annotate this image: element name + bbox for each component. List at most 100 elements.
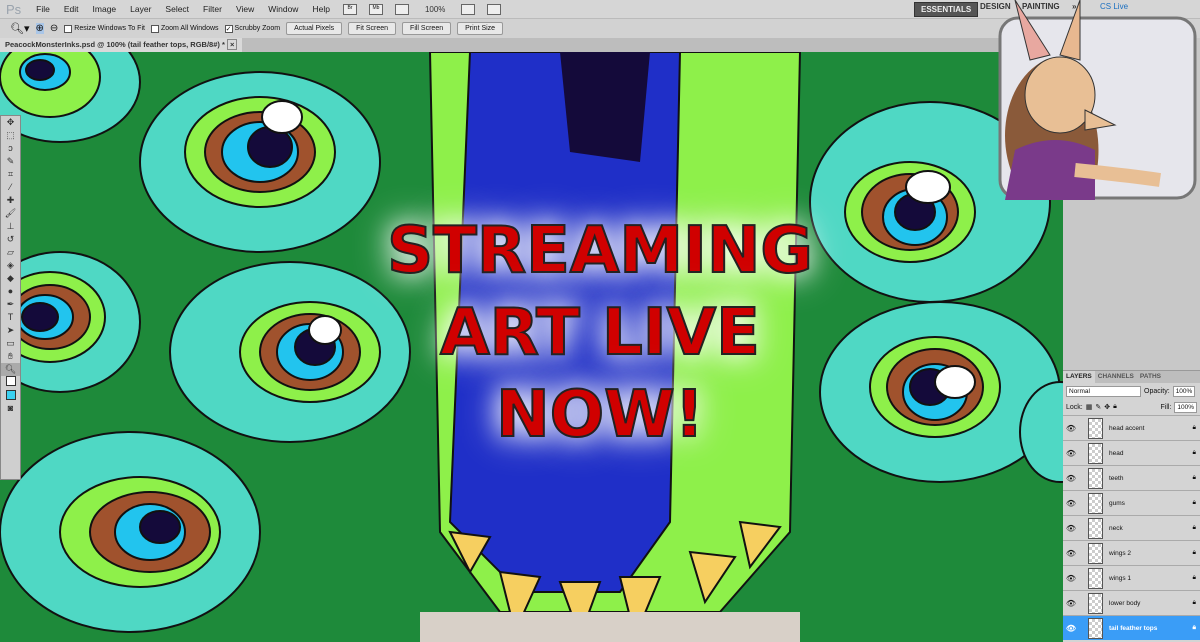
layer-name: head <box>1109 449 1124 457</box>
layer-name: tail feather tops <box>1109 624 1158 632</box>
menu-view[interactable]: View <box>229 4 261 14</box>
layer-thumbnail <box>1088 417 1103 439</box>
zoom-tool-icon[interactable]: 🔍︎ <box>1 363 20 376</box>
fill-screen-button[interactable]: Fill Screen <box>402 22 452 35</box>
menu-layer[interactable]: Layer <box>123 4 158 14</box>
menu-select[interactable]: Select <box>158 4 196 14</box>
layer-thumbnail <box>1088 442 1103 464</box>
layer-row[interactable]: 👁︎ tail feather tops 🔒︎ <box>1063 615 1200 640</box>
menu-file[interactable]: File <box>29 4 57 14</box>
workspace-essentials[interactable]: ESSENTIALS <box>914 2 979 17</box>
layer-row[interactable]: 👁︎ teeth 🔒︎ <box>1063 465 1200 490</box>
layer-row[interactable]: 👁︎ neck 🔒︎ <box>1063 515 1200 540</box>
print-size-button[interactable]: Print Size <box>457 22 504 35</box>
path-select-icon[interactable]: ➤ <box>1 324 20 337</box>
lock-position-icon[interactable]: ✥ <box>1104 403 1110 411</box>
visibility-eye-icon[interactable]: 👁︎ <box>1063 474 1079 483</box>
fit-screen-button[interactable]: Fit Screen <box>348 22 397 35</box>
actual-pixels-button[interactable]: Actual Pixels <box>286 22 343 35</box>
fill-input[interactable]: 100% <box>1174 401 1197 413</box>
marquee-tool-icon[interactable]: ⬚ <box>1 129 20 142</box>
zoom-level-select[interactable]: 100% <box>425 5 445 14</box>
paint-bucket-icon[interactable]: ◈ <box>1 259 20 272</box>
opacity-input[interactable]: 100% <box>1172 385 1196 397</box>
layer-thumbnail <box>1088 567 1103 589</box>
type-tool-icon[interactable]: T <box>1 311 20 324</box>
tab-paths[interactable]: PATHS <box>1137 371 1164 383</box>
eyedropper-tool-icon[interactable]: ⁄ <box>1 181 20 194</box>
arrange-documents-icon[interactable] <box>461 3 476 15</box>
eraser-tool-icon[interactable]: ▱ <box>1 246 20 259</box>
zoom-tool-icon[interactable]: 🔍︎▾ <box>10 22 30 35</box>
color-swatches[interactable] <box>1 376 20 402</box>
lock-all-icon[interactable]: 🔒︎ <box>1113 403 1117 411</box>
layer-thumbnail <box>1088 592 1103 614</box>
fill-label: Fill: <box>1160 403 1172 411</box>
document-tab[interactable]: PeacockMonsterInks.psd @ 100% (tail feat… <box>0 38 243 52</box>
layer-list: 👁︎ head accent 🔒︎ 👁︎ head 🔒︎ 👁︎ teeth 🔒︎ 👁︎ gums 🔒︎… <box>1063 415 1200 640</box>
visibility-eye-icon[interactable]: 👁︎ <box>1063 549 1079 558</box>
shape-tool-icon[interactable]: ▭ <box>1 337 20 350</box>
layer-row[interactable]: 👁︎ head accent 🔒︎ <box>1063 415 1200 440</box>
layer-name: wings 2 <box>1109 549 1132 557</box>
menu-help[interactable]: Help <box>305 4 336 14</box>
visibility-eye-icon[interactable]: 👁︎ <box>1063 624 1079 633</box>
blend-mode-select[interactable]: Normal <box>1066 385 1141 397</box>
resize-windows-checkbox[interactable]: Resize Windows To Fit <box>64 24 145 33</box>
visibility-eye-icon[interactable]: 👁︎ <box>1063 574 1079 583</box>
screen-mode-icon[interactable] <box>487 3 502 15</box>
history-brush-icon[interactable]: ↺ <box>1 233 20 246</box>
quick-select-tool-icon[interactable]: ✎ <box>1 155 20 168</box>
layer-thumbnail <box>1088 542 1103 564</box>
layer-row[interactable]: 👁︎ gums 🔒︎ <box>1063 490 1200 515</box>
layer-name: neck <box>1109 524 1123 532</box>
lock-transparency-icon[interactable]: ▦ <box>1086 403 1093 411</box>
layer-thumbnail <box>1088 467 1103 489</box>
layer-name: wings 1 <box>1109 574 1132 582</box>
menu-window[interactable]: Window <box>261 4 305 14</box>
zoom-out-icon[interactable]: ⊖ <box>50 23 58 34</box>
layer-name: lower body <box>1109 599 1141 607</box>
layers-panel: LAYERS CHANNELS PATHS Normal Opacity: 10… <box>1063 370 1200 642</box>
layer-row[interactable]: 👁︎ head 🔒︎ <box>1063 440 1200 465</box>
lasso-tool-icon[interactable]: ↄ <box>1 142 20 155</box>
menu-filter[interactable]: Filter <box>196 4 229 14</box>
zoom-in-icon[interactable]: ⊕ <box>35 23 44 34</box>
bridge-button[interactable]: Br <box>342 3 357 15</box>
visibility-eye-icon[interactable]: 👁︎ <box>1063 524 1079 533</box>
layer-row[interactable]: 👁︎ wings 1 🔒︎ <box>1063 565 1200 590</box>
quick-mask-icon[interactable]: ◙ <box>1 402 20 415</box>
visibility-eye-icon[interactable]: 👁︎ <box>1063 424 1079 433</box>
close-tab-icon[interactable]: × <box>226 39 238 50</box>
hand-tool-icon[interactable]: ✋︎ <box>1 350 20 363</box>
crop-tool-icon[interactable]: ⌗ <box>1 168 20 181</box>
minibridge-button[interactable]: Mb <box>368 3 383 15</box>
photoshop-logo: Ps <box>6 1 22 17</box>
stamp-tool-icon[interactable]: ⊥ <box>1 220 20 233</box>
scrubby-zoom-checkbox[interactable]: ✓ Scrubby Zoom <box>224 24 280 33</box>
layer-thumbnail <box>1088 517 1103 539</box>
layer-row[interactable]: 👁︎ wings 2 🔒︎ <box>1063 540 1200 565</box>
view-extras-icon[interactable] <box>394 3 409 15</box>
pen-tool-icon[interactable]: ✒ <box>1 298 20 311</box>
move-tool-icon[interactable]: ✥ <box>1 116 20 129</box>
lock-pixels-icon[interactable]: ✎ <box>1095 403 1101 411</box>
visibility-eye-icon[interactable]: 👁︎ <box>1063 599 1079 608</box>
visibility-eye-icon[interactable]: 👁︎ <box>1063 499 1079 508</box>
layer-row[interactable]: 👁︎ lower body 🔒︎ <box>1063 590 1200 615</box>
blur-tool-icon[interactable]: ◆ <box>1 272 20 285</box>
layer-lock-icon: 🔒︎ <box>1192 499 1196 506</box>
tab-layers[interactable]: LAYERS <box>1063 371 1095 383</box>
banner-line-1: STREAMING <box>386 213 814 289</box>
menu-image[interactable]: Image <box>86 4 124 14</box>
brush-tool-icon[interactable]: 🖌︎ <box>1 207 20 220</box>
dodge-tool-icon[interactable]: ● <box>1 285 20 298</box>
streaming-banner: STREAMING ART LIVE NOW! <box>330 210 870 456</box>
zoom-all-checkbox[interactable]: Zoom All Windows <box>150 24 219 33</box>
healing-brush-icon[interactable]: ✚ <box>1 194 20 207</box>
layer-lock-icon: 🔒︎ <box>1192 449 1196 456</box>
visibility-eye-icon[interactable]: 👁︎ <box>1063 449 1079 458</box>
tab-channels[interactable]: CHANNELS <box>1095 371 1137 383</box>
banner-line-3: NOW! <box>495 377 705 453</box>
menu-edit[interactable]: Edit <box>57 4 86 14</box>
